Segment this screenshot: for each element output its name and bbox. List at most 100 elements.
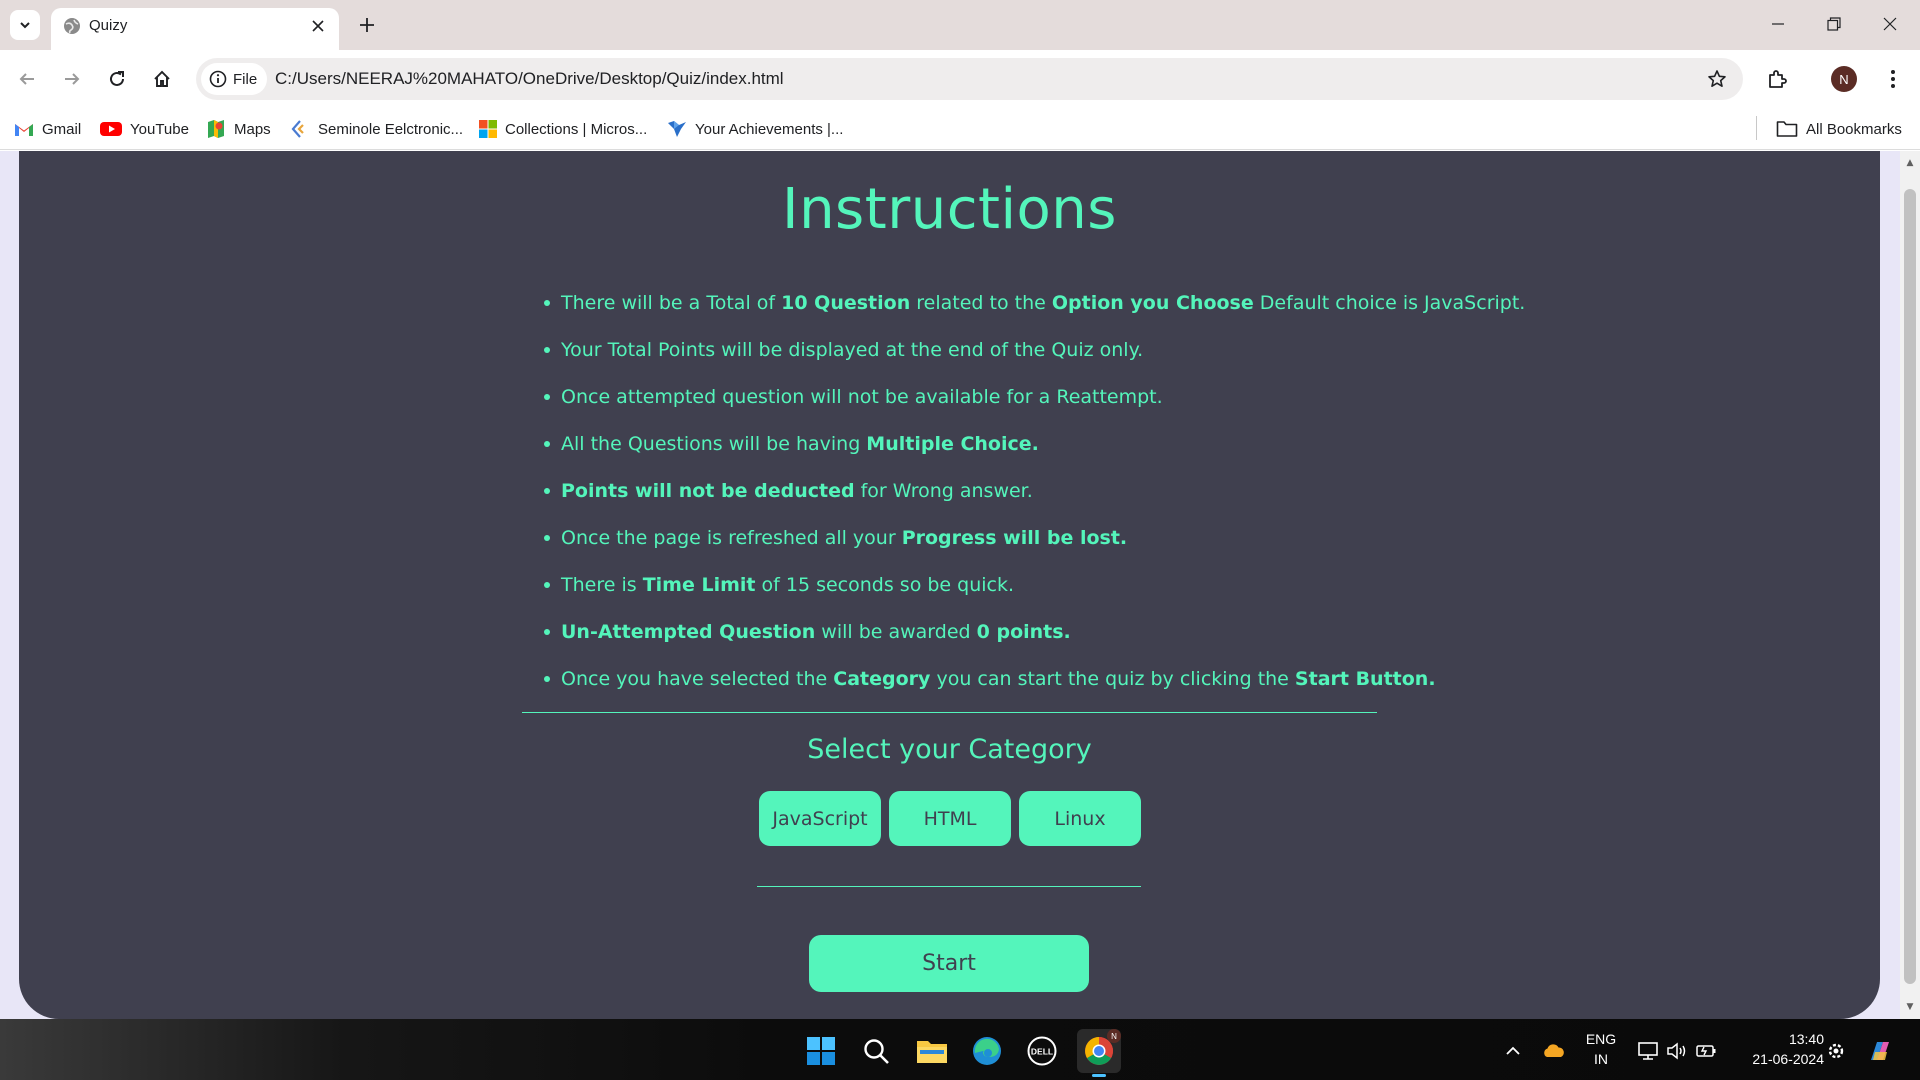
- instruction-emphasis: Time Limit: [642, 574, 756, 596]
- instructions-list: There will be a Total of 10 Question rel…: [541, 288, 1525, 711]
- new-tab-button[interactable]: [352, 10, 382, 40]
- bookmark-star-button[interactable]: [1705, 67, 1729, 91]
- edge-icon: [973, 1037, 1001, 1065]
- close-window-button[interactable]: [1862, 0, 1918, 48]
- browser-toolbar: File C:/Users/NEERAJ%20MAHATO/OneDrive/D…: [0, 50, 1920, 108]
- bookmark-achievements[interactable]: Your Achievements |...: [667, 117, 843, 141]
- instruction-item: Un-Attempted Question will be awarded 0 …: [541, 617, 1401, 664]
- bookmark-label: Your Achievements |...: [695, 120, 844, 138]
- bookmarks-bar: Gmail YouTube Maps Seminole Eelctronic..…: [0, 108, 1920, 150]
- instruction-emphasis: Progress will be lost.: [901, 527, 1128, 549]
- youtube-icon: [100, 122, 122, 136]
- forward-button[interactable]: [55, 62, 89, 96]
- arrow-right-icon: [65, 73, 80, 85]
- start-button[interactable]: Start: [809, 935, 1089, 992]
- speaker-icon: [1667, 1042, 1686, 1060]
- page-scrollbar[interactable]: ▲ ▼: [1900, 151, 1920, 1019]
- active-indicator: [1092, 1074, 1106, 1077]
- instruction-emphasis: Category: [833, 668, 931, 690]
- show-hidden-icons-button[interactable]: [1493, 1031, 1533, 1071]
- microsoft-icon: [479, 120, 497, 138]
- category-linux-button[interactable]: Linux: [1019, 791, 1141, 846]
- bookmark-maps[interactable]: Maps: [206, 117, 271, 141]
- edge-button[interactable]: [967, 1031, 1007, 1071]
- bookmarks-divider: [1756, 116, 1757, 140]
- chrome-button[interactable]: N: [1077, 1029, 1121, 1077]
- tab-title: Quizy: [89, 17, 128, 34]
- home-icon: [154, 70, 170, 87]
- instruction-text: related to the: [910, 292, 1052, 314]
- back-button[interactable]: [10, 62, 44, 96]
- profile-avatar[interactable]: N: [1831, 66, 1857, 92]
- instruction-text: There will be a Total of: [561, 292, 782, 314]
- windows-icon: [807, 1037, 835, 1065]
- start-menu-button[interactable]: [801, 1031, 841, 1071]
- notifications-button[interactable]: [1816, 1031, 1856, 1071]
- bookmark-seminole[interactable]: Seminole Eelctronic...: [290, 117, 463, 141]
- instruction-text: All the Questions will be having: [561, 433, 867, 455]
- bookmark-label: YouTube: [130, 120, 189, 138]
- category-title: Select your Category: [807, 734, 1092, 765]
- bookmark-collections[interactable]: Collections | Micros...: [479, 117, 647, 141]
- cloud-icon: [1544, 1044, 1564, 1057]
- instruction-emphasis: Option you Choose: [1051, 292, 1254, 314]
- site-info-chip[interactable]: File: [201, 63, 267, 95]
- star-icon: [1708, 70, 1726, 87]
- clock-time: 13:40: [1788, 1031, 1824, 1047]
- instruction-emphasis: Points will not be deducted: [561, 480, 855, 502]
- taskbar: DELL N ENG IN 13:40 21-06-2024: [0, 1019, 1920, 1080]
- file-explorer-button[interactable]: [912, 1031, 952, 1071]
- instruction-text: There is: [561, 574, 643, 596]
- bookmark-youtube[interactable]: YouTube: [100, 117, 189, 141]
- scrollbar-thumb[interactable]: [1904, 189, 1916, 984]
- instruction-item: Once attempted question will not be avai…: [541, 382, 1401, 429]
- scroll-up-arrow[interactable]: ▲: [1904, 157, 1916, 169]
- page-viewport: Instructions There will be a Total of 10…: [0, 151, 1920, 1019]
- category-html-button[interactable]: HTML: [889, 791, 1011, 846]
- instruction-text: you can start the quiz by clicking the: [930, 668, 1295, 690]
- url-text[interactable]: C:/Users/NEERAJ%20MAHATO/OneDrive/Deskto…: [275, 69, 784, 89]
- instruction-item: All the Questions will be having Multipl…: [541, 429, 1401, 476]
- minimize-icon: [1772, 23, 1784, 25]
- site-chip-label: File: [233, 70, 258, 88]
- dell-app-button[interactable]: DELL: [1022, 1031, 1062, 1071]
- close-icon: [312, 20, 324, 32]
- maps-icon: [208, 120, 224, 138]
- onedrive-tray-button[interactable]: [1534, 1031, 1574, 1071]
- tab-search-button[interactable]: [10, 10, 40, 40]
- battery-tray-button[interactable]: [1686, 1031, 1726, 1071]
- clock[interactable]: 13:40 21-06-2024: [1732, 1029, 1824, 1069]
- instruction-text: of 15 seconds so be quick.: [755, 574, 1015, 596]
- info-icon: [209, 70, 227, 88]
- instructions-card: Instructions There will be a Total of 10…: [19, 151, 1880, 1019]
- copilot-button[interactable]: [1860, 1031, 1900, 1071]
- instruction-text: Once the page is refreshed all your: [561, 527, 902, 549]
- chrome-profile-badge: N: [1107, 1029, 1121, 1043]
- reload-button[interactable]: [100, 62, 134, 96]
- home-button[interactable]: [145, 62, 179, 96]
- browser-menu-button[interactable]: [1876, 62, 1910, 96]
- search-icon: [864, 1039, 889, 1064]
- instruction-item: There will be a Total of 10 Question rel…: [541, 288, 1525, 335]
- tab-quizy[interactable]: Quizy: [51, 8, 339, 50]
- instruction-text: Once you have selected the: [561, 668, 834, 690]
- divider: [757, 886, 1141, 887]
- restore-button[interactable]: [1806, 0, 1862, 48]
- language-indicator[interactable]: ENG IN: [1580, 1029, 1622, 1069]
- achievements-icon: [668, 121, 686, 137]
- minimize-button[interactable]: [1750, 0, 1806, 48]
- address-bar[interactable]: File C:/Users/NEERAJ%20MAHATO/OneDrive/D…: [196, 58, 1743, 100]
- instruction-text: will be awarded: [815, 621, 977, 643]
- bookmark-gmail[interactable]: Gmail: [14, 117, 81, 141]
- bookmark-label: Collections | Micros...: [505, 120, 648, 138]
- all-bookmarks-button[interactable]: All Bookmarks: [1776, 117, 1902, 141]
- category-javascript-button[interactable]: JavaScript: [759, 791, 881, 846]
- kebab-menu-icon: [1891, 70, 1895, 88]
- plus-icon: [360, 18, 374, 32]
- extensions-button[interactable]: [1760, 62, 1794, 96]
- tab-close-button[interactable]: [307, 15, 329, 37]
- scroll-down-arrow[interactable]: ▼: [1904, 1001, 1916, 1013]
- taskbar-search-button[interactable]: [856, 1031, 896, 1071]
- instruction-emphasis: Multiple Choice.: [866, 433, 1039, 455]
- reload-icon: [110, 71, 124, 86]
